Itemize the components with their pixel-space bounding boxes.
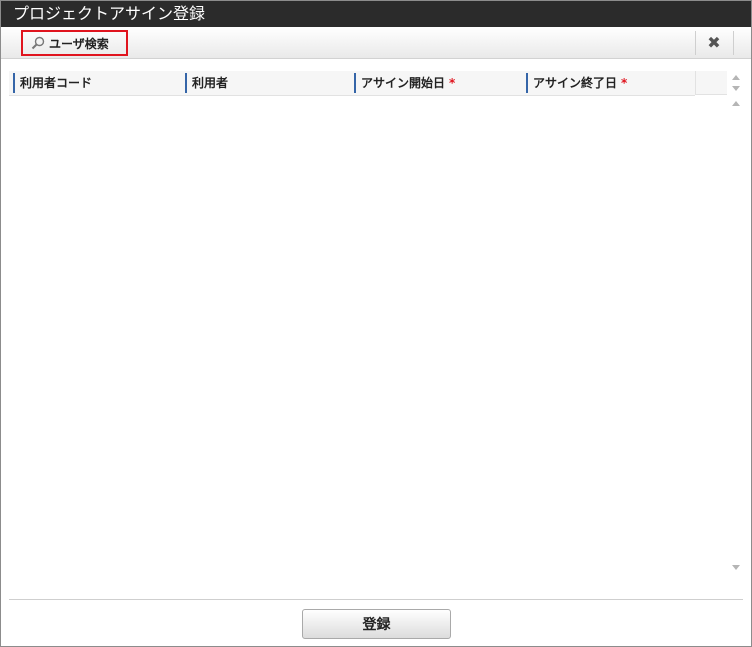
- footer-divider: [9, 599, 743, 600]
- scroll-down-icon[interactable]: [732, 86, 740, 91]
- toolbar: ユーザ検索 ✖: [1, 27, 751, 59]
- grid-body: [9, 96, 729, 576]
- user-search-label: ユーザ検索: [49, 36, 109, 51]
- register-button[interactable]: 登録: [302, 609, 451, 639]
- column-header-user-code[interactable]: 利用者コード: [9, 71, 181, 95]
- scroll-down-icon[interactable]: [732, 565, 740, 570]
- project-assign-dialog: プロジェクトアサイン登録 ユーザ検索 ✖ 利用者コード 利用者 アサイン開始日 *…: [0, 0, 752, 647]
- required-mark: *: [449, 76, 456, 90]
- grid-header: 利用者コード 利用者 アサイン開始日 * アサイン終了日 *: [9, 71, 695, 96]
- column-label: アサイン終了日: [533, 76, 618, 90]
- column-label: 利用者コード: [20, 76, 93, 90]
- column-header-assign-end-date[interactable]: アサイン終了日 *: [522, 71, 695, 95]
- dialog-title: プロジェクトアサイン登録: [1, 1, 751, 27]
- column-label: アサイン開始日: [361, 76, 446, 90]
- column-header-user[interactable]: 利用者: [181, 71, 350, 95]
- vertical-scrollbar[interactable]: [730, 69, 743, 577]
- grid-header-filler: [695, 71, 727, 95]
- scroll-up-icon[interactable]: [732, 75, 740, 80]
- toolbar-divider: [733, 31, 734, 55]
- user-search-button[interactable]: ユーザ検索: [21, 30, 128, 56]
- toolbar-divider: [695, 31, 696, 55]
- column-label: 利用者: [192, 76, 229, 90]
- search-icon: [31, 36, 45, 50]
- required-mark: *: [621, 76, 628, 90]
- scroll-up-icon[interactable]: [732, 101, 740, 106]
- close-icon[interactable]: ✖: [704, 33, 724, 53]
- column-header-assign-start-date[interactable]: アサイン開始日 *: [350, 71, 522, 95]
